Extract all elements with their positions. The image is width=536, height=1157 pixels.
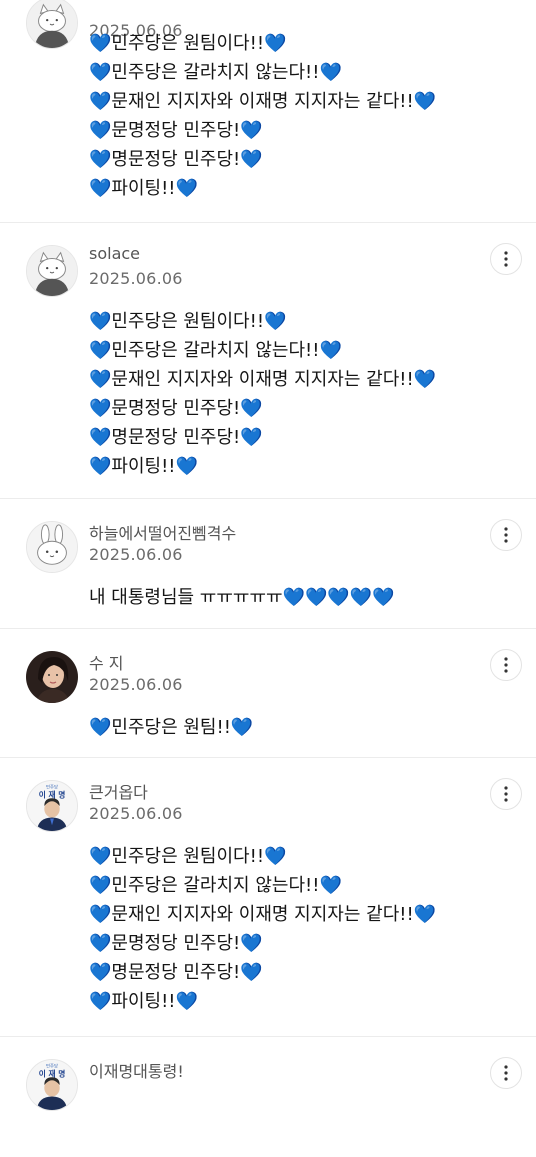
comment-line: 💙민주당은 원팀!!💙 bbox=[89, 717, 254, 738]
avatar[interactable]: 민주당 이 재 명 bbox=[26, 780, 78, 832]
comment-line: 💙파이팅!!💙 bbox=[89, 456, 198, 477]
comment-item: 민주당 이 재 명 큰거옵다 2025.06.06 💙민주당은 원팀이다!!💙 … bbox=[0, 758, 536, 1037]
comment-item: 하늘에서떨어진뻼격수 2025.06.06 내 대통령님들 ㅠㅠㅠㅠㅠ💙💙💙💙💙 bbox=[0, 499, 536, 629]
politician-poster-icon: 민주당 이 재 명 bbox=[27, 1060, 77, 1110]
comment-line: 💙민주당은 원팀이다!!💙 bbox=[89, 311, 287, 332]
comment-line: 💙문재인 지지자와 이재명 지지자는 같다!!💙 bbox=[89, 369, 437, 390]
more-options-button[interactable] bbox=[490, 649, 522, 681]
comment-body: 💙민주당은 원팀이다!!💙 💙민주당은 갈라치지 않는다!!💙 💙문재인 지지자… bbox=[89, 842, 509, 1016]
comment-line: 💙민주당은 원팀이다!!💙 bbox=[89, 33, 287, 54]
more-options-button[interactable] bbox=[490, 1057, 522, 1089]
comment-item: 수 지 2025.06.06 💙민주당은 원팀!!💙 bbox=[0, 629, 536, 758]
comment-body: 💙민주당은 원팀!!💙 bbox=[89, 713, 509, 742]
comment-item: solace 2025.06.06 💙민주당은 원팀이다!!💙 💙민주당은 갈라… bbox=[0, 223, 536, 499]
comment-date: 2025.06.06 bbox=[89, 804, 183, 823]
more-options-button[interactable] bbox=[490, 778, 522, 810]
avatar[interactable] bbox=[26, 521, 78, 573]
avatar[interactable] bbox=[26, 0, 78, 49]
more-vertical-icon bbox=[504, 1065, 508, 1081]
comment-line: 💙문명정당 민주당!💙 bbox=[89, 933, 263, 954]
person-photo-icon bbox=[26, 651, 78, 703]
comment-author[interactable]: 하늘에서떨어진뻼격수 bbox=[89, 520, 236, 544]
avatar[interactable] bbox=[26, 651, 78, 703]
more-options-button[interactable] bbox=[490, 243, 522, 275]
comment-line: 💙파이팅!!💙 bbox=[89, 178, 198, 199]
comment-body: 💙민주당은 원팀이다!!💙 💙민주당은 갈라치지 않는다!!💙 💙문재인 지지자… bbox=[89, 307, 509, 481]
comment-line: 💙명문정당 민주당!💙 bbox=[89, 427, 263, 448]
comment-date: 2025.06.06 bbox=[89, 545, 183, 564]
comment-item: 2025.06.06 💙민주당은 원팀이다!!💙 💙민주당은 갈라치지 않는다!… bbox=[0, 0, 536, 223]
comment-line: 내 대통령님들 ㅠㅠㅠㅠㅠ💙💙💙💙💙 bbox=[89, 587, 395, 608]
more-vertical-icon bbox=[504, 657, 508, 673]
comment-author[interactable]: 이재명대통령! bbox=[89, 1058, 184, 1082]
more-options-button[interactable] bbox=[490, 519, 522, 551]
politician-poster-icon: 민주당 이 재 명 bbox=[27, 781, 77, 831]
comment-line: 💙민주당은 갈라치지 않는다!!💙 bbox=[89, 62, 342, 83]
comment-line: 💙명문정당 민주당!💙 bbox=[89, 962, 263, 983]
cat-icon bbox=[27, 0, 77, 48]
poster-name-text: 이 재 명 bbox=[39, 789, 66, 799]
comment-author[interactable]: 큰거옵다 bbox=[89, 779, 148, 803]
comment-line: 💙명문정당 민주당!💙 bbox=[89, 149, 263, 170]
comment-line: 💙민주당은 갈라치지 않는다!!💙 bbox=[89, 875, 342, 896]
poster-name-text: 이 재 명 bbox=[39, 1068, 66, 1078]
rabbit-icon bbox=[27, 522, 77, 572]
cat-icon bbox=[27, 246, 77, 296]
comment-line: 💙민주당은 갈라치지 않는다!!💙 bbox=[89, 340, 342, 361]
avatar[interactable]: 민주당 이 재 명 bbox=[26, 1059, 78, 1111]
comment-body: 💙민주당은 원팀이다!!💙 💙민주당은 갈라치지 않는다!!💙 💙문재인 지지자… bbox=[89, 29, 509, 203]
comment-line: 💙문재인 지지자와 이재명 지지자는 같다!!💙 bbox=[89, 91, 437, 112]
comment-line: 💙민주당은 원팀이다!!💙 bbox=[89, 846, 287, 867]
comment-body: 내 대통령님들 ㅠㅠㅠㅠㅠ💙💙💙💙💙 bbox=[89, 583, 509, 612]
comment-date: 2025.06.06 bbox=[89, 675, 183, 694]
comment-author[interactable]: 수 지 bbox=[89, 650, 124, 674]
comment-line: 💙파이팅!!💙 bbox=[89, 991, 198, 1012]
comment-date: 2025.06.06 bbox=[89, 269, 183, 288]
avatar[interactable] bbox=[26, 245, 78, 297]
comment-line: 💙문명정당 민주당!💙 bbox=[89, 120, 263, 141]
more-vertical-icon bbox=[504, 786, 508, 802]
comment-list: 2025.06.06 💙민주당은 원팀이다!!💙 💙민주당은 갈라치지 않는다!… bbox=[0, 0, 536, 1157]
more-vertical-icon bbox=[504, 251, 508, 267]
more-vertical-icon bbox=[504, 527, 508, 543]
comment-item: 민주당 이 재 명 이재명대통령! bbox=[0, 1037, 536, 1157]
comment-author[interactable]: solace bbox=[89, 244, 140, 263]
comment-line: 💙문명정당 민주당!💙 bbox=[89, 398, 263, 419]
comment-line: 💙문재인 지지자와 이재명 지지자는 같다!!💙 bbox=[89, 904, 437, 925]
